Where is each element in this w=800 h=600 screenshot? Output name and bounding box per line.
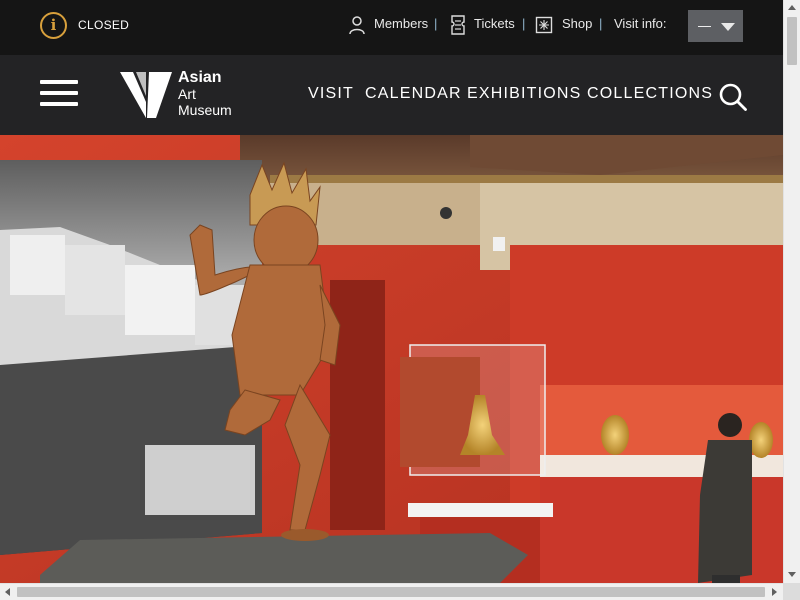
shop-icon[interactable] [535, 14, 553, 36]
utility-bar: i CLOSED Members | Tickets | Shop | Visi… [0, 0, 783, 55]
separator: | [522, 16, 526, 31]
ticket-icon[interactable] [449, 14, 467, 36]
logo-line-1: Asian [178, 69, 222, 86]
vertical-scrollbar[interactable] [783, 0, 800, 583]
visit-info-label: Visit info: [614, 16, 667, 31]
info-icon[interactable]: i [40, 12, 67, 39]
main-navigation: Asian Art Museum VISIT CALENDAR EXHIBITI… [0, 55, 783, 135]
gallery-photo [0, 135, 783, 583]
menu-icon[interactable] [40, 78, 78, 110]
separator: | [434, 16, 438, 31]
scroll-up-icon[interactable] [788, 5, 796, 10]
hours-status[interactable]: CLOSED [78, 18, 129, 32]
chevron-down-icon [721, 23, 735, 31]
logo-line-3: Museum [178, 102, 232, 118]
museum-logo-text[interactable]: Asian Art Museum [178, 69, 232, 119]
scrollbar-corner [783, 583, 800, 600]
tickets-link[interactable]: Tickets [474, 16, 515, 31]
separator: | [599, 16, 603, 31]
person-icon[interactable] [348, 14, 366, 36]
language-select-value: — [698, 18, 711, 33]
vertical-scroll-thumb[interactable] [787, 17, 797, 65]
nav-exhibitions[interactable]: EXHIBITIONS [467, 85, 582, 103]
horizontal-scroll-thumb[interactable] [17, 587, 765, 597]
nav-visit[interactable]: VISIT [308, 85, 354, 103]
scroll-right-icon[interactable] [772, 588, 777, 596]
members-link[interactable]: Members [374, 16, 428, 31]
nav-collections[interactable]: COLLECTIONS [587, 85, 713, 103]
scroll-down-icon[interactable] [788, 572, 796, 577]
shop-link[interactable]: Shop [562, 16, 592, 31]
language-select[interactable]: — [688, 10, 743, 42]
search-icon[interactable] [718, 82, 748, 112]
horizontal-scrollbar[interactable] [0, 583, 783, 600]
museum-logo-icon[interactable] [120, 72, 172, 118]
hero-image [0, 135, 783, 583]
scroll-left-icon[interactable] [5, 588, 10, 596]
logo-line-2: Art [178, 86, 196, 102]
nav-calendar[interactable]: CALENDAR [365, 85, 462, 103]
